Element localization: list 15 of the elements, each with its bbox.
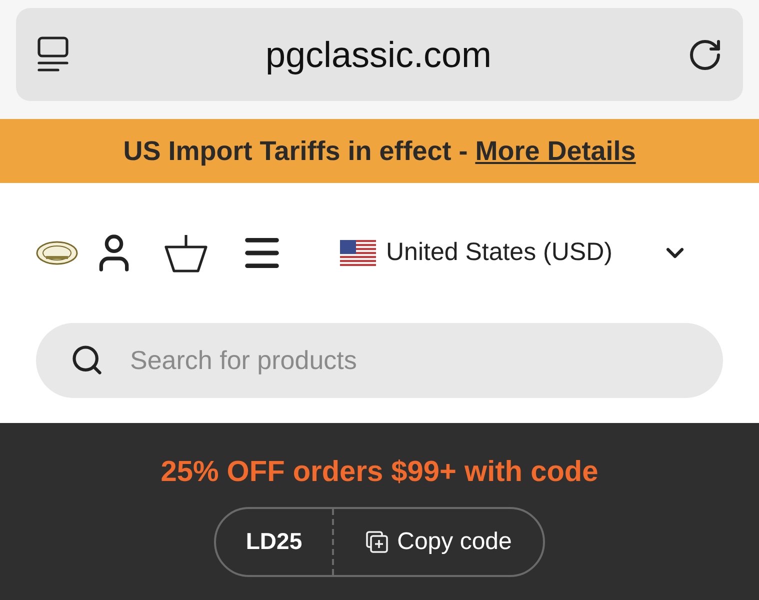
us-flag-icon bbox=[340, 240, 376, 266]
logo-icon[interactable] bbox=[36, 241, 78, 265]
url-text: pgclassic.com bbox=[265, 32, 492, 76]
announcement-text: US Import Tariffs in effect - More Details bbox=[123, 134, 636, 168]
search-field[interactable]: Search for products bbox=[36, 323, 723, 398]
more-details-link[interactable]: More Details bbox=[475, 136, 636, 166]
coupon-code: LD25 bbox=[244, 527, 304, 556]
copy-code-button[interactable]: Copy code bbox=[334, 524, 543, 560]
copy-icon bbox=[365, 530, 390, 554]
country-selector[interactable]: United States (USD) bbox=[386, 234, 661, 272]
tabs-icon[interactable] bbox=[36, 36, 70, 74]
address-bar[interactable]: pgclassic.com bbox=[16, 8, 743, 101]
search-icon bbox=[70, 343, 104, 377]
promo-text: 25% OFF orders $99+ with code bbox=[160, 455, 598, 490]
basket-icon[interactable] bbox=[164, 233, 208, 273]
